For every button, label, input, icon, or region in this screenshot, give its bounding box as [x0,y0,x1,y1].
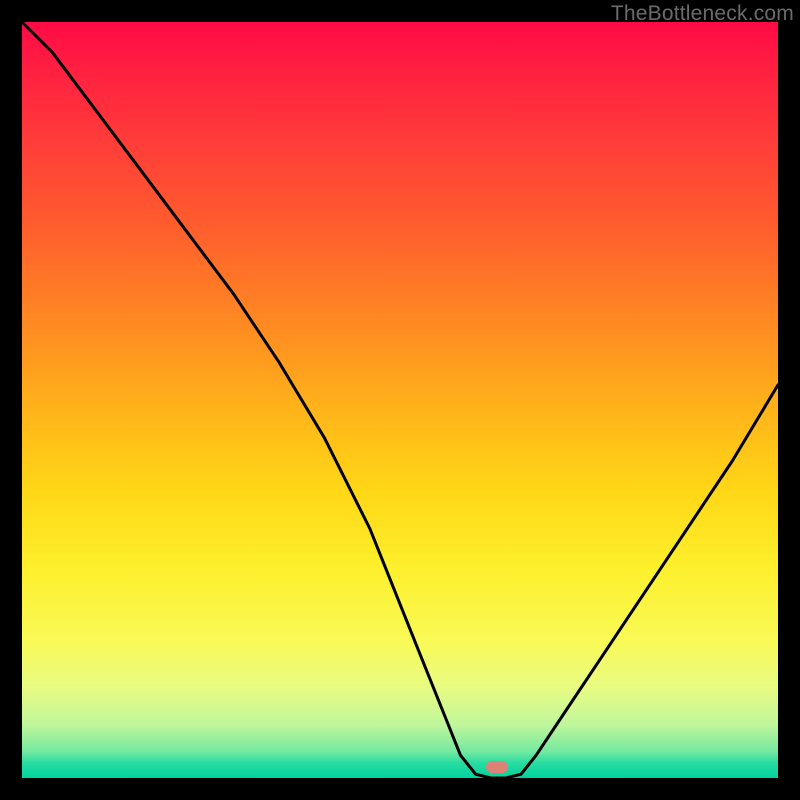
watermark-text: TheBottleneck.com [611,2,794,26]
optimum-marker [486,761,508,773]
chart-frame: TheBottleneck.com [0,0,800,800]
bottleneck-curve [22,22,778,778]
plot-area [22,22,778,778]
curve-layer [22,22,778,778]
